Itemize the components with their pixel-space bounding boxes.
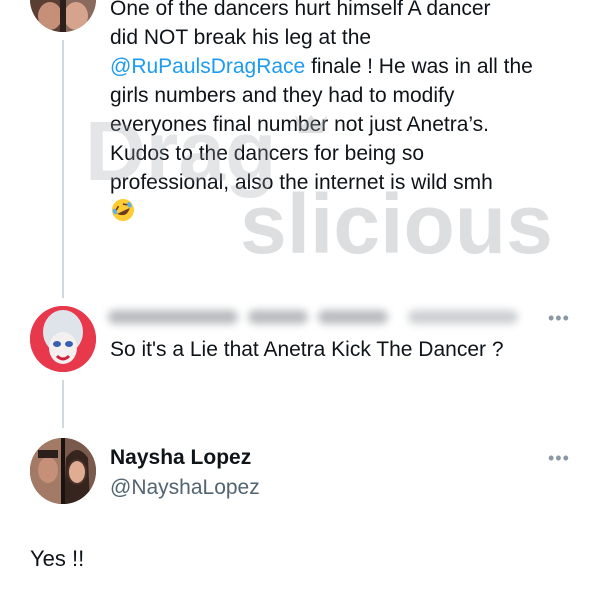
- tweet-line-5: everyones final number not just Anetra’s…: [110, 113, 489, 136]
- tweet-line-3-text: finale ! He was in all the: [311, 55, 533, 78]
- tweet-text: One of the dancers hurt himself A dancer…: [110, 0, 580, 231]
- tweet-line-4: girls numbers and they had to modify: [110, 84, 455, 107]
- author-handle[interactable]: @NayshaLopez: [110, 476, 260, 500]
- avatar-reply[interactable]: [30, 306, 96, 372]
- final-reply-text: Yes !!: [30, 546, 85, 571]
- blurred-display-name: [108, 304, 528, 330]
- avatar-top[interactable]: [30, 0, 96, 32]
- thread-line-2: [62, 380, 64, 428]
- tweet-line-6: Kudos to the dancers for being so: [110, 142, 425, 165]
- reply-more-button[interactable]: •••: [548, 308, 570, 329]
- thread-line-1: [62, 40, 64, 298]
- tweet-line-8: [110, 197, 580, 231]
- tweet-line-7: professional, also the internet is wild …: [110, 171, 493, 194]
- author-display-name[interactable]: Naysha Lopez: [110, 446, 251, 470]
- tweet-line-3: @RuPaulsDragRace finale ! He was in all …: [110, 52, 580, 81]
- tweet-line-1: One of the dancers hurt himself A dancer: [110, 0, 491, 20]
- rolling-laughing-emoji-icon: [110, 197, 136, 231]
- author-more-button[interactable]: •••: [548, 448, 570, 469]
- tweet-line-2: did NOT break his leg at the: [110, 26, 372, 49]
- reply-text: So it's a Lie that Anetra Kick The Dance…: [110, 338, 504, 361]
- mention-link[interactable]: @RuPaulsDragRace: [110, 55, 305, 78]
- avatar-author[interactable]: [30, 438, 96, 504]
